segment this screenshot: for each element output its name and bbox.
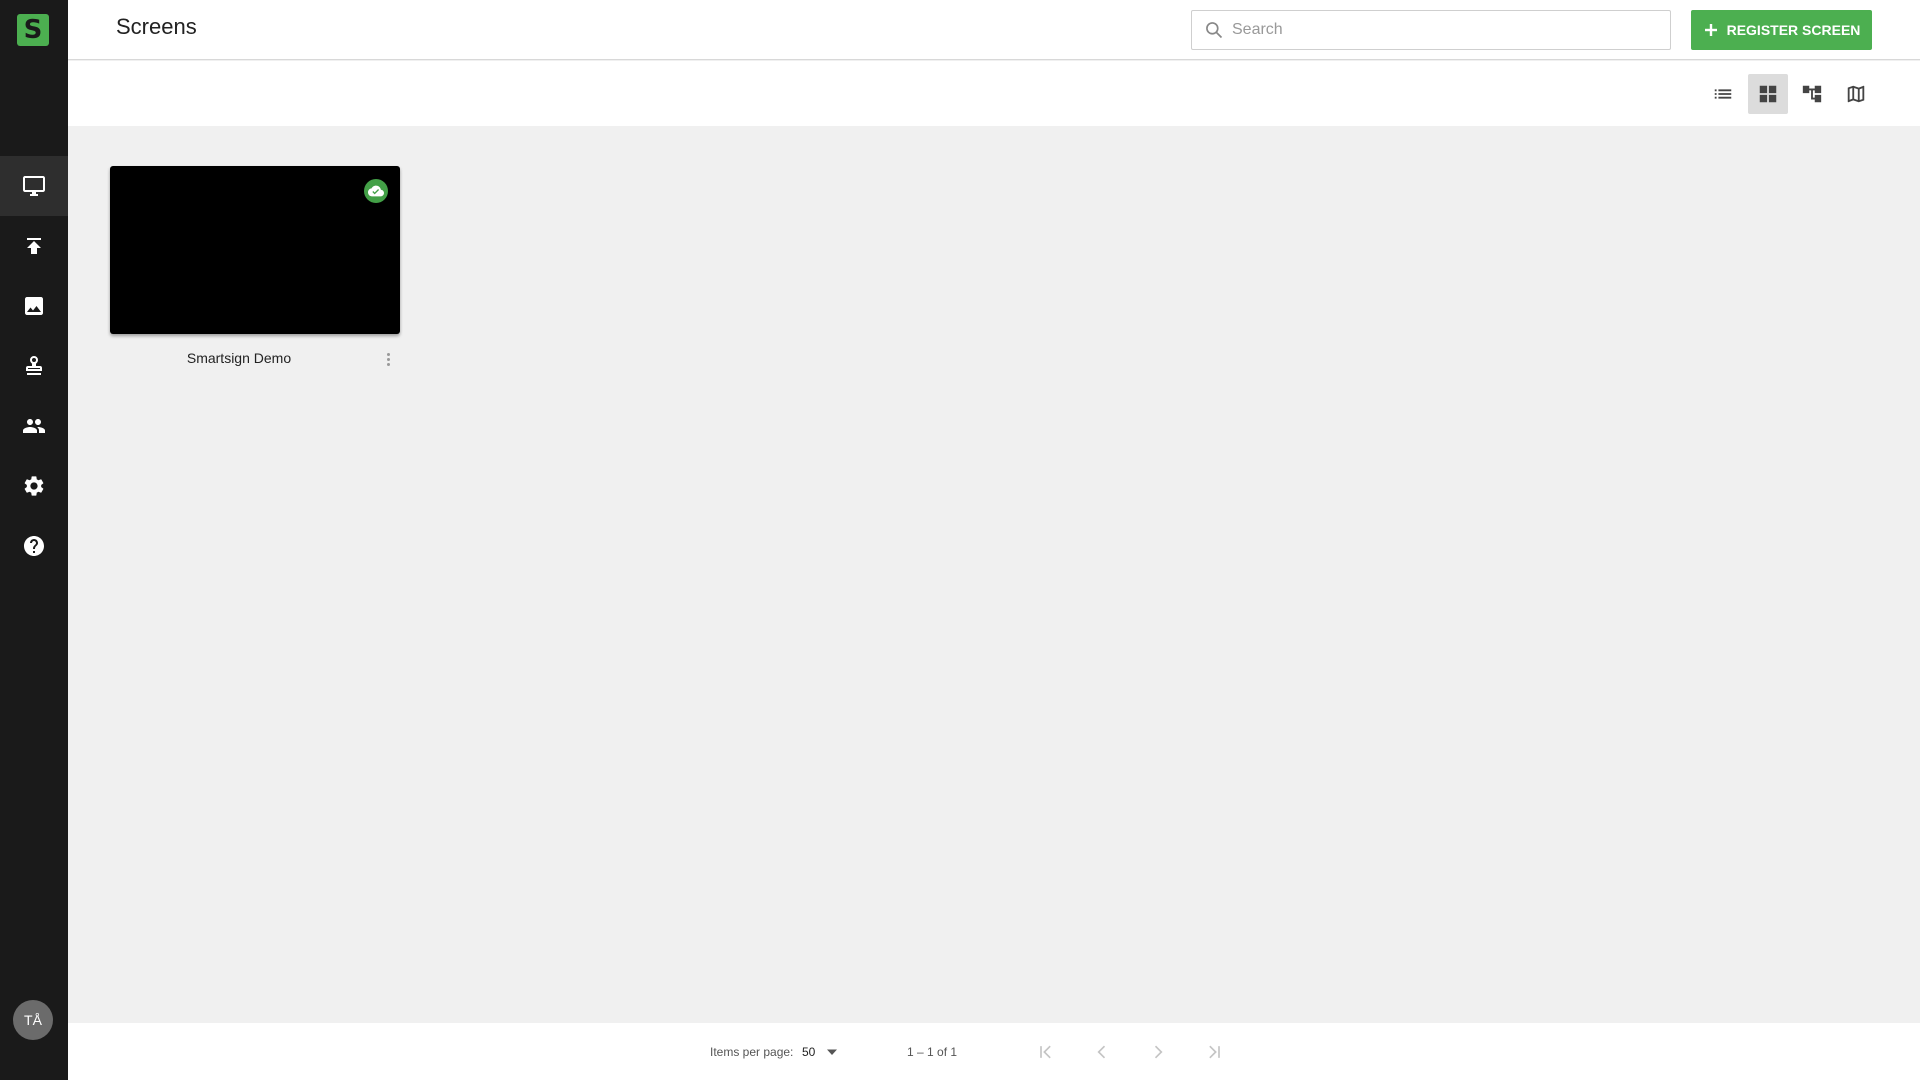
sidebar-item-users[interactable]: [0, 396, 68, 456]
first-page-icon: [1040, 1045, 1051, 1059]
screen-status-badge: [364, 179, 388, 203]
sidebar-item-help[interactable]: [0, 516, 68, 576]
stamp-icon: [26, 356, 42, 375]
screen-card[interactable]: Smartsign Demo: [110, 166, 400, 366]
app-logo[interactable]: S: [17, 14, 49, 46]
sidebar-item-settings[interactable]: [0, 456, 68, 516]
list-icon: [1714, 89, 1732, 99]
sidebar-item-stamp[interactable]: [0, 336, 68, 396]
view-grid-button[interactable]: [1748, 74, 1788, 114]
view-toolbar: [68, 61, 1920, 126]
avatar-initials: TÅ: [24, 1012, 42, 1028]
user-avatar[interactable]: TÅ: [13, 1000, 53, 1040]
items-per-page-select[interactable]: 50: [802, 1042, 852, 1062]
search-input[interactable]: [1232, 21, 1652, 39]
monitor-icon: [23, 176, 45, 196]
map-icon: [1847, 85, 1865, 103]
dropdown-arrow-icon: [827, 1049, 838, 1055]
sidebar-item-publish[interactable]: [0, 216, 68, 276]
grid-icon: [1759, 85, 1777, 103]
register-screen-label: REGISTER SCREEN: [1726, 22, 1861, 38]
chevron-left-icon: [1097, 1045, 1106, 1059]
sidebar-item-screens[interactable]: [0, 156, 68, 216]
chevron-right-icon: [1154, 1045, 1163, 1059]
header: Screens REGISTER SCREEN: [68, 0, 1920, 60]
paginator: Items per page: 50 1 – 1 of 1: [68, 1023, 1920, 1080]
view-tree-button[interactable]: [1792, 74, 1832, 114]
next-page-button[interactable]: [1144, 1038, 1172, 1066]
items-per-page-label: Items per page:: [710, 1045, 794, 1059]
search-icon: [1206, 22, 1223, 39]
page-range-label: 1 – 1 of 1: [907, 1045, 958, 1059]
gear-icon: [24, 476, 44, 496]
upload-icon: [27, 238, 41, 254]
view-map-button[interactable]: [1836, 74, 1876, 114]
page-title: Screens: [116, 14, 197, 39]
people-icon: [23, 419, 45, 433]
search-box[interactable]: [1191, 10, 1671, 50]
view-list-button[interactable]: [1703, 74, 1743, 114]
first-page-button[interactable]: [1032, 1038, 1060, 1066]
plus-icon: [1704, 24, 1717, 36]
last-page-button[interactable]: [1200, 1038, 1228, 1066]
register-screen-button[interactable]: REGISTER SCREEN: [1691, 10, 1872, 50]
screen-thumbnail[interactable]: [110, 166, 400, 334]
image-icon: [25, 297, 43, 315]
help-icon: [24, 536, 44, 556]
more-vert-icon: [386, 352, 390, 356]
screens-grid: Smartsign Demo: [68, 126, 1920, 1023]
previous-page-button[interactable]: [1088, 1038, 1116, 1066]
screen-name: Smartsign Demo: [186, 350, 292, 366]
items-per-page-value: 50: [802, 1045, 816, 1059]
last-page-icon: [1209, 1045, 1220, 1059]
logo-letter: S: [23, 15, 43, 45]
screen-more-menu-button[interactable]: [382, 350, 394, 368]
sidebar: S TÅ: [0, 0, 68, 1080]
cloud-done-icon: [368, 185, 384, 197]
tree-icon: [1802, 85, 1822, 103]
sidebar-item-media[interactable]: [0, 276, 68, 336]
